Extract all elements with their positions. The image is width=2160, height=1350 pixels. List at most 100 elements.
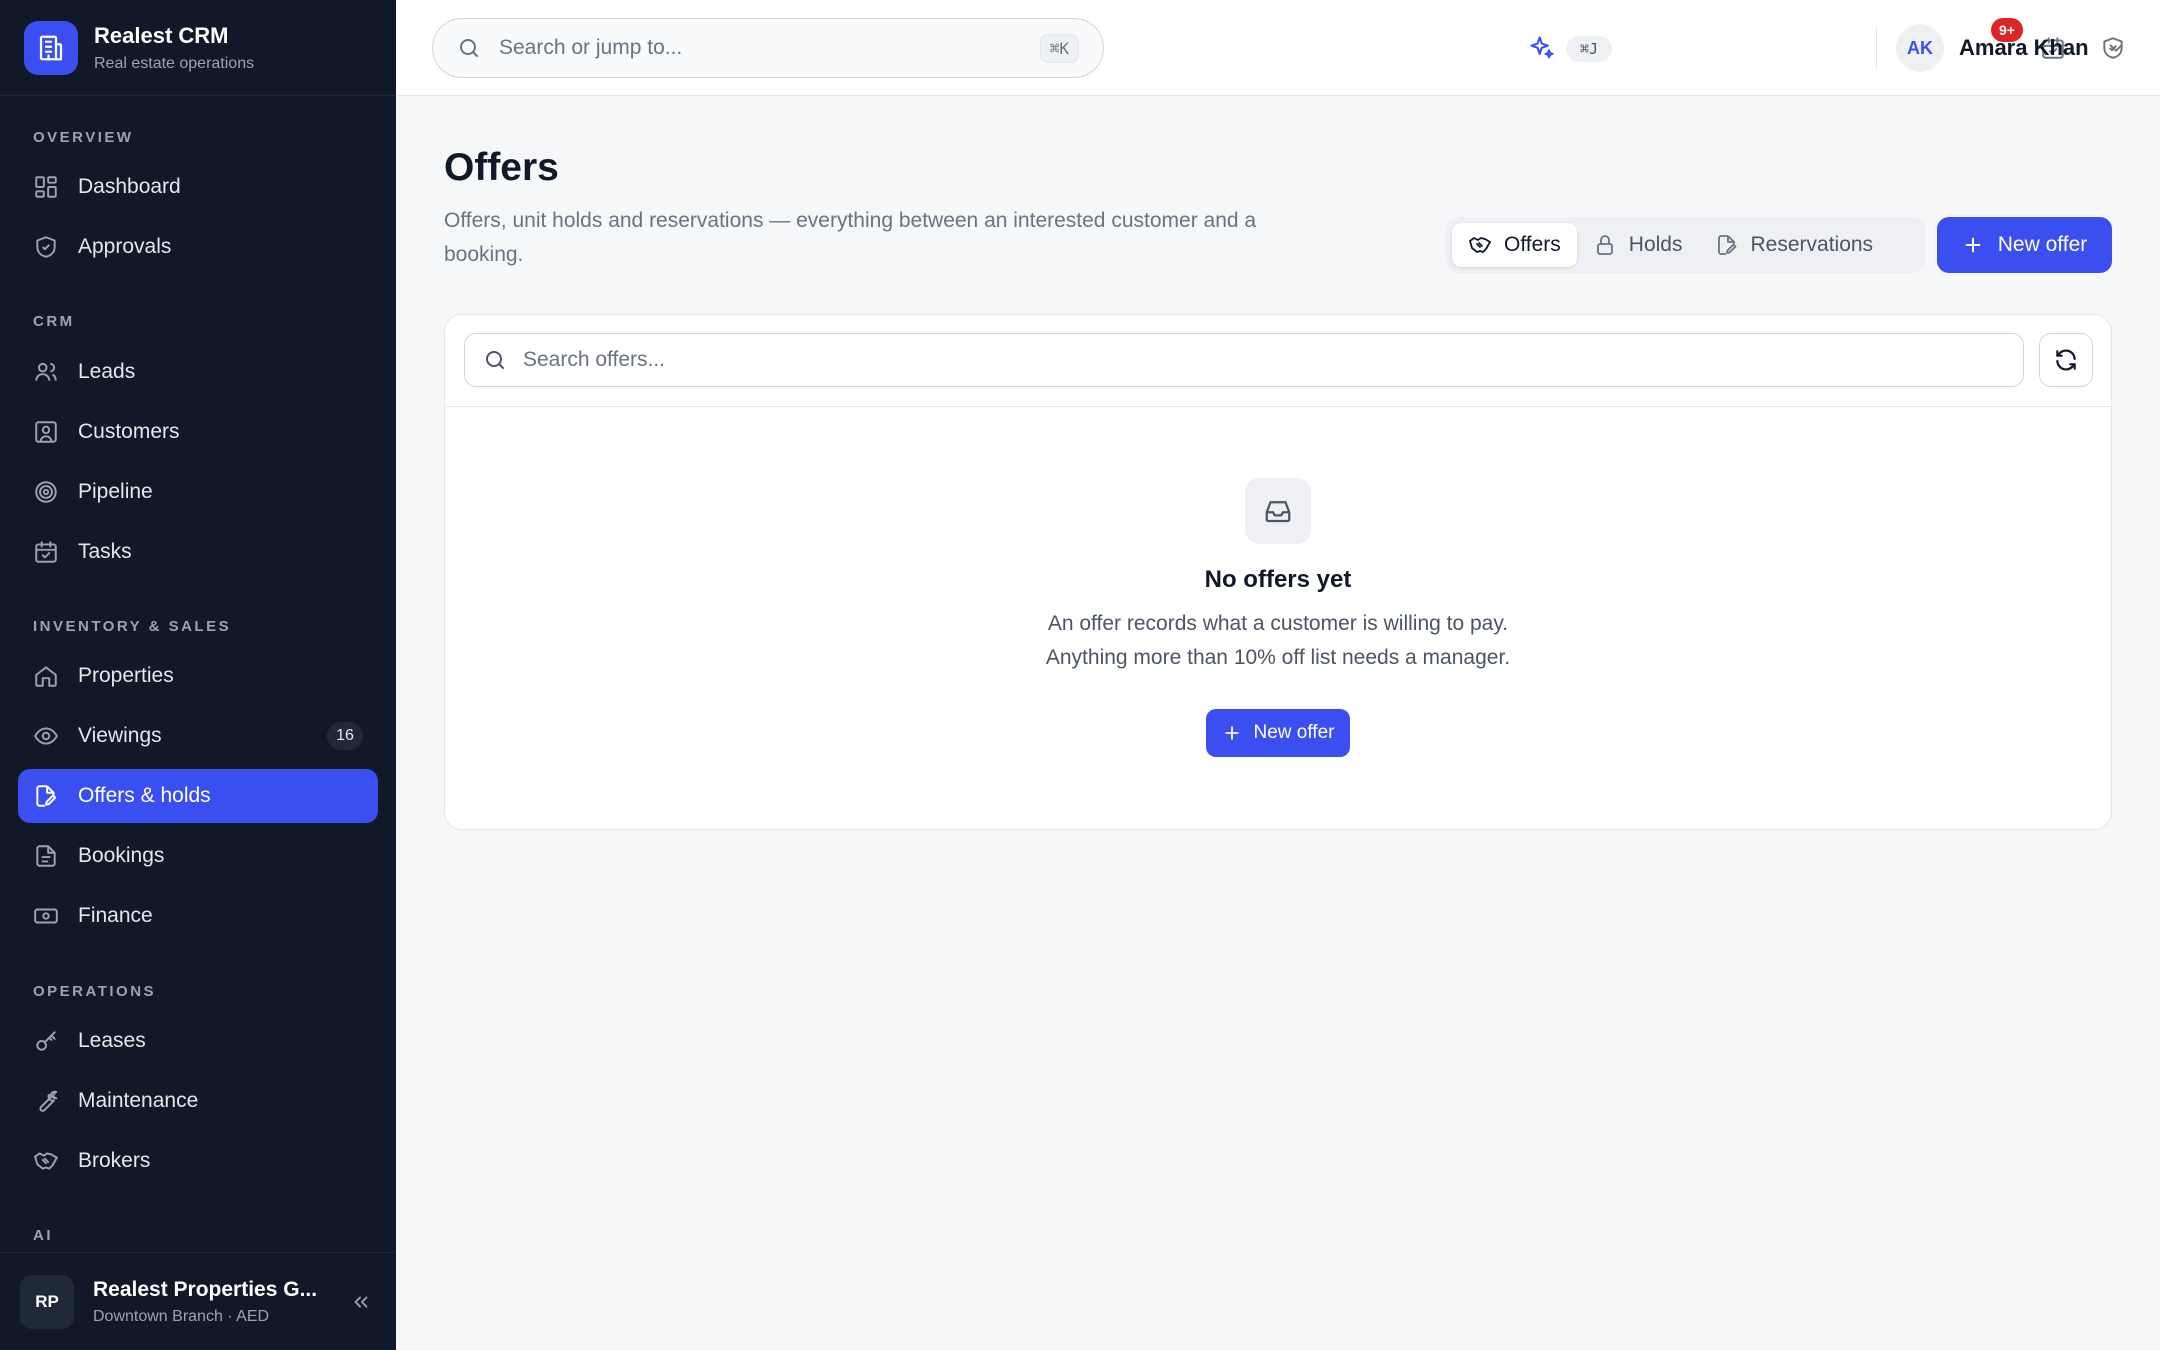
sidebar-item-label: Maintenance: [78, 1089, 199, 1112]
collapse-sidebar-button[interactable]: [346, 1287, 376, 1317]
sidebar-item-label: Properties: [78, 664, 174, 687]
view-tabs: Offers Holds Reservations: [1446, 217, 1925, 273]
empty-new-offer-label: New offer: [1253, 722, 1335, 743]
target-icon: [35, 481, 57, 503]
sidebar-item-label: Leads: [78, 360, 136, 383]
sidebar: Realest CRM Real estate operations OVERV…: [0, 0, 396, 1350]
sidebar-item-label: Leases: [78, 1029, 146, 1052]
user-menu[interactable]: AK Amara Khan: [1896, 24, 2127, 72]
brand[interactable]: Realest CRM Real estate operations: [0, 0, 396, 96]
sidebar-item-label: Offers & holds: [78, 784, 211, 807]
search-icon: [486, 351, 504, 369]
section-crm: CRM: [33, 313, 75, 330]
banknote-icon: [34, 908, 58, 924]
user-avatar: AK: [1896, 24, 1944, 72]
plus-icon: [1224, 726, 1239, 740]
section-inventory-sales: INVENTORY & SALES: [33, 618, 232, 635]
sidebar-item-label: Approvals: [78, 235, 172, 258]
inbox-icon: [1245, 478, 1311, 544]
sidebar-item-label: Customers: [78, 420, 180, 443]
sidebar-item-maintenance[interactable]: Maintenance: [18, 1074, 378, 1128]
empty-description: An offer records what a customer is will…: [445, 607, 2111, 675]
global-search-input[interactable]: [499, 36, 1040, 60]
file-edit-icon: [36, 785, 57, 807]
file-text-icon: [36, 845, 56, 867]
tab-reservations[interactable]: Reservations: [1699, 223, 1890, 267]
org-branch: Downtown Branch · AED: [93, 1307, 270, 1325]
sidebar-item-bookings[interactable]: Bookings: [18, 829, 378, 883]
tab-offers[interactable]: Offers: [1452, 223, 1577, 267]
handshake-icon: [34, 1152, 58, 1170]
lock-icon: [1596, 235, 1613, 255]
new-offer-label: New offer: [1997, 233, 2088, 256]
search-shortcut: ⌘K: [1039, 33, 1079, 63]
chevrons-left-icon: [354, 1296, 368, 1307]
sidebar-item-customers[interactable]: Customers: [18, 405, 378, 459]
eye-icon: [34, 727, 58, 745]
org-name: Realest Properties G...: [93, 1277, 318, 1301]
new-offer-button[interactable]: New offer: [1937, 217, 2112, 273]
sidebar-item-viewings[interactable]: Viewings 16: [18, 709, 378, 763]
sidebar-item-finance[interactable]: Finance: [18, 889, 378, 943]
tab-label: Holds: [1628, 233, 1683, 256]
sidebar-item-properties[interactable]: Properties: [18, 649, 378, 703]
empty-line-1: An offer records what a customer is will…: [1047, 612, 1509, 635]
sidebar-item-label: Dashboard: [78, 175, 181, 198]
sidebar-item-label: Viewings: [78, 724, 162, 747]
key-icon: [36, 1031, 56, 1051]
refresh-icon: [2056, 349, 2076, 371]
user-name: Amara Khan: [1959, 35, 2089, 60]
ai-shortcut: ⌘J: [1566, 36, 1612, 62]
sidebar-item-label: Bookings: [78, 844, 165, 867]
brand-subtitle: Real estate operations: [94, 54, 255, 72]
empty-title: No offers yet: [1204, 566, 1352, 593]
sidebar-item-dashboard[interactable]: Dashboard: [18, 160, 378, 214]
plus-icon: [1965, 237, 1981, 253]
org-switcher[interactable]: RP Realest Properties G... Downtown Bran…: [0, 1252, 396, 1350]
offers-toolbar: [445, 315, 2111, 407]
wrench-icon: [39, 1090, 58, 1112]
calendar-check-icon: [35, 541, 57, 563]
sidebar-item-label: Pipeline: [78, 480, 153, 503]
section-overview: OVERVIEW: [33, 129, 134, 146]
sidebar-item-offers-holds[interactable]: Offers & holds: [18, 769, 378, 823]
topbar-divider: [1876, 26, 1877, 70]
refresh-button[interactable]: [2039, 333, 2093, 387]
search-icon: [460, 39, 478, 57]
chevron-down-icon: [2109, 44, 2123, 52]
tab-label: Reservations: [1750, 233, 1874, 256]
sparkles-icon: [1530, 36, 1554, 59]
section-operations: OPERATIONS: [33, 983, 157, 1000]
empty-state: No offers yet An offer records what a cu…: [445, 407, 2111, 757]
grid-icon: [35, 176, 57, 198]
sidebar-item-pipeline[interactable]: Pipeline: [18, 465, 378, 519]
section-ai: AI: [33, 1227, 53, 1244]
building-icon: [24, 20, 78, 75]
tab-holds[interactable]: Holds: [1577, 223, 1699, 267]
org-avatar: RP: [20, 1274, 74, 1329]
sidebar-item-tasks[interactable]: Tasks: [18, 525, 378, 579]
handshake-icon: [1469, 237, 1491, 253]
empty-line-2: Anything more than 10% off list needs a …: [1045, 646, 1511, 669]
page-description: Offers, unit holds and reservations — ev…: [444, 209, 1257, 266]
tab-label: Offers: [1504, 233, 1561, 256]
offers-search-input[interactable]: [523, 348, 2005, 372]
home-icon: [35, 666, 57, 687]
ai-assistant-button[interactable]: [1527, 30, 1557, 66]
offers-card: No offers yet An offer records what a cu…: [444, 314, 2112, 830]
topbar: ⌘K ⌘J 9+ 9+ AK Amara Khan: [396, 0, 2160, 96]
offers-search[interactable]: [464, 333, 2024, 387]
sidebar-item-label: Brokers: [78, 1149, 151, 1172]
brand-name: Realest CRM: [94, 22, 229, 48]
shield-check-icon: [36, 236, 56, 258]
users-icon: [35, 362, 57, 381]
sidebar-item-leases[interactable]: Leases: [18, 1014, 378, 1068]
file-edit-icon: [1717, 235, 1736, 255]
sidebar-item-label: Tasks: [78, 540, 132, 563]
sidebar-item-leads[interactable]: Leads: [18, 345, 378, 399]
page-title: Offers: [444, 146, 559, 189]
empty-new-offer-button[interactable]: New offer: [1205, 709, 1351, 757]
sidebar-item-brokers[interactable]: Brokers: [18, 1134, 378, 1188]
sidebar-item-approvals[interactable]: Approvals: [18, 220, 378, 274]
global-search[interactable]: ⌘K: [432, 18, 1104, 78]
